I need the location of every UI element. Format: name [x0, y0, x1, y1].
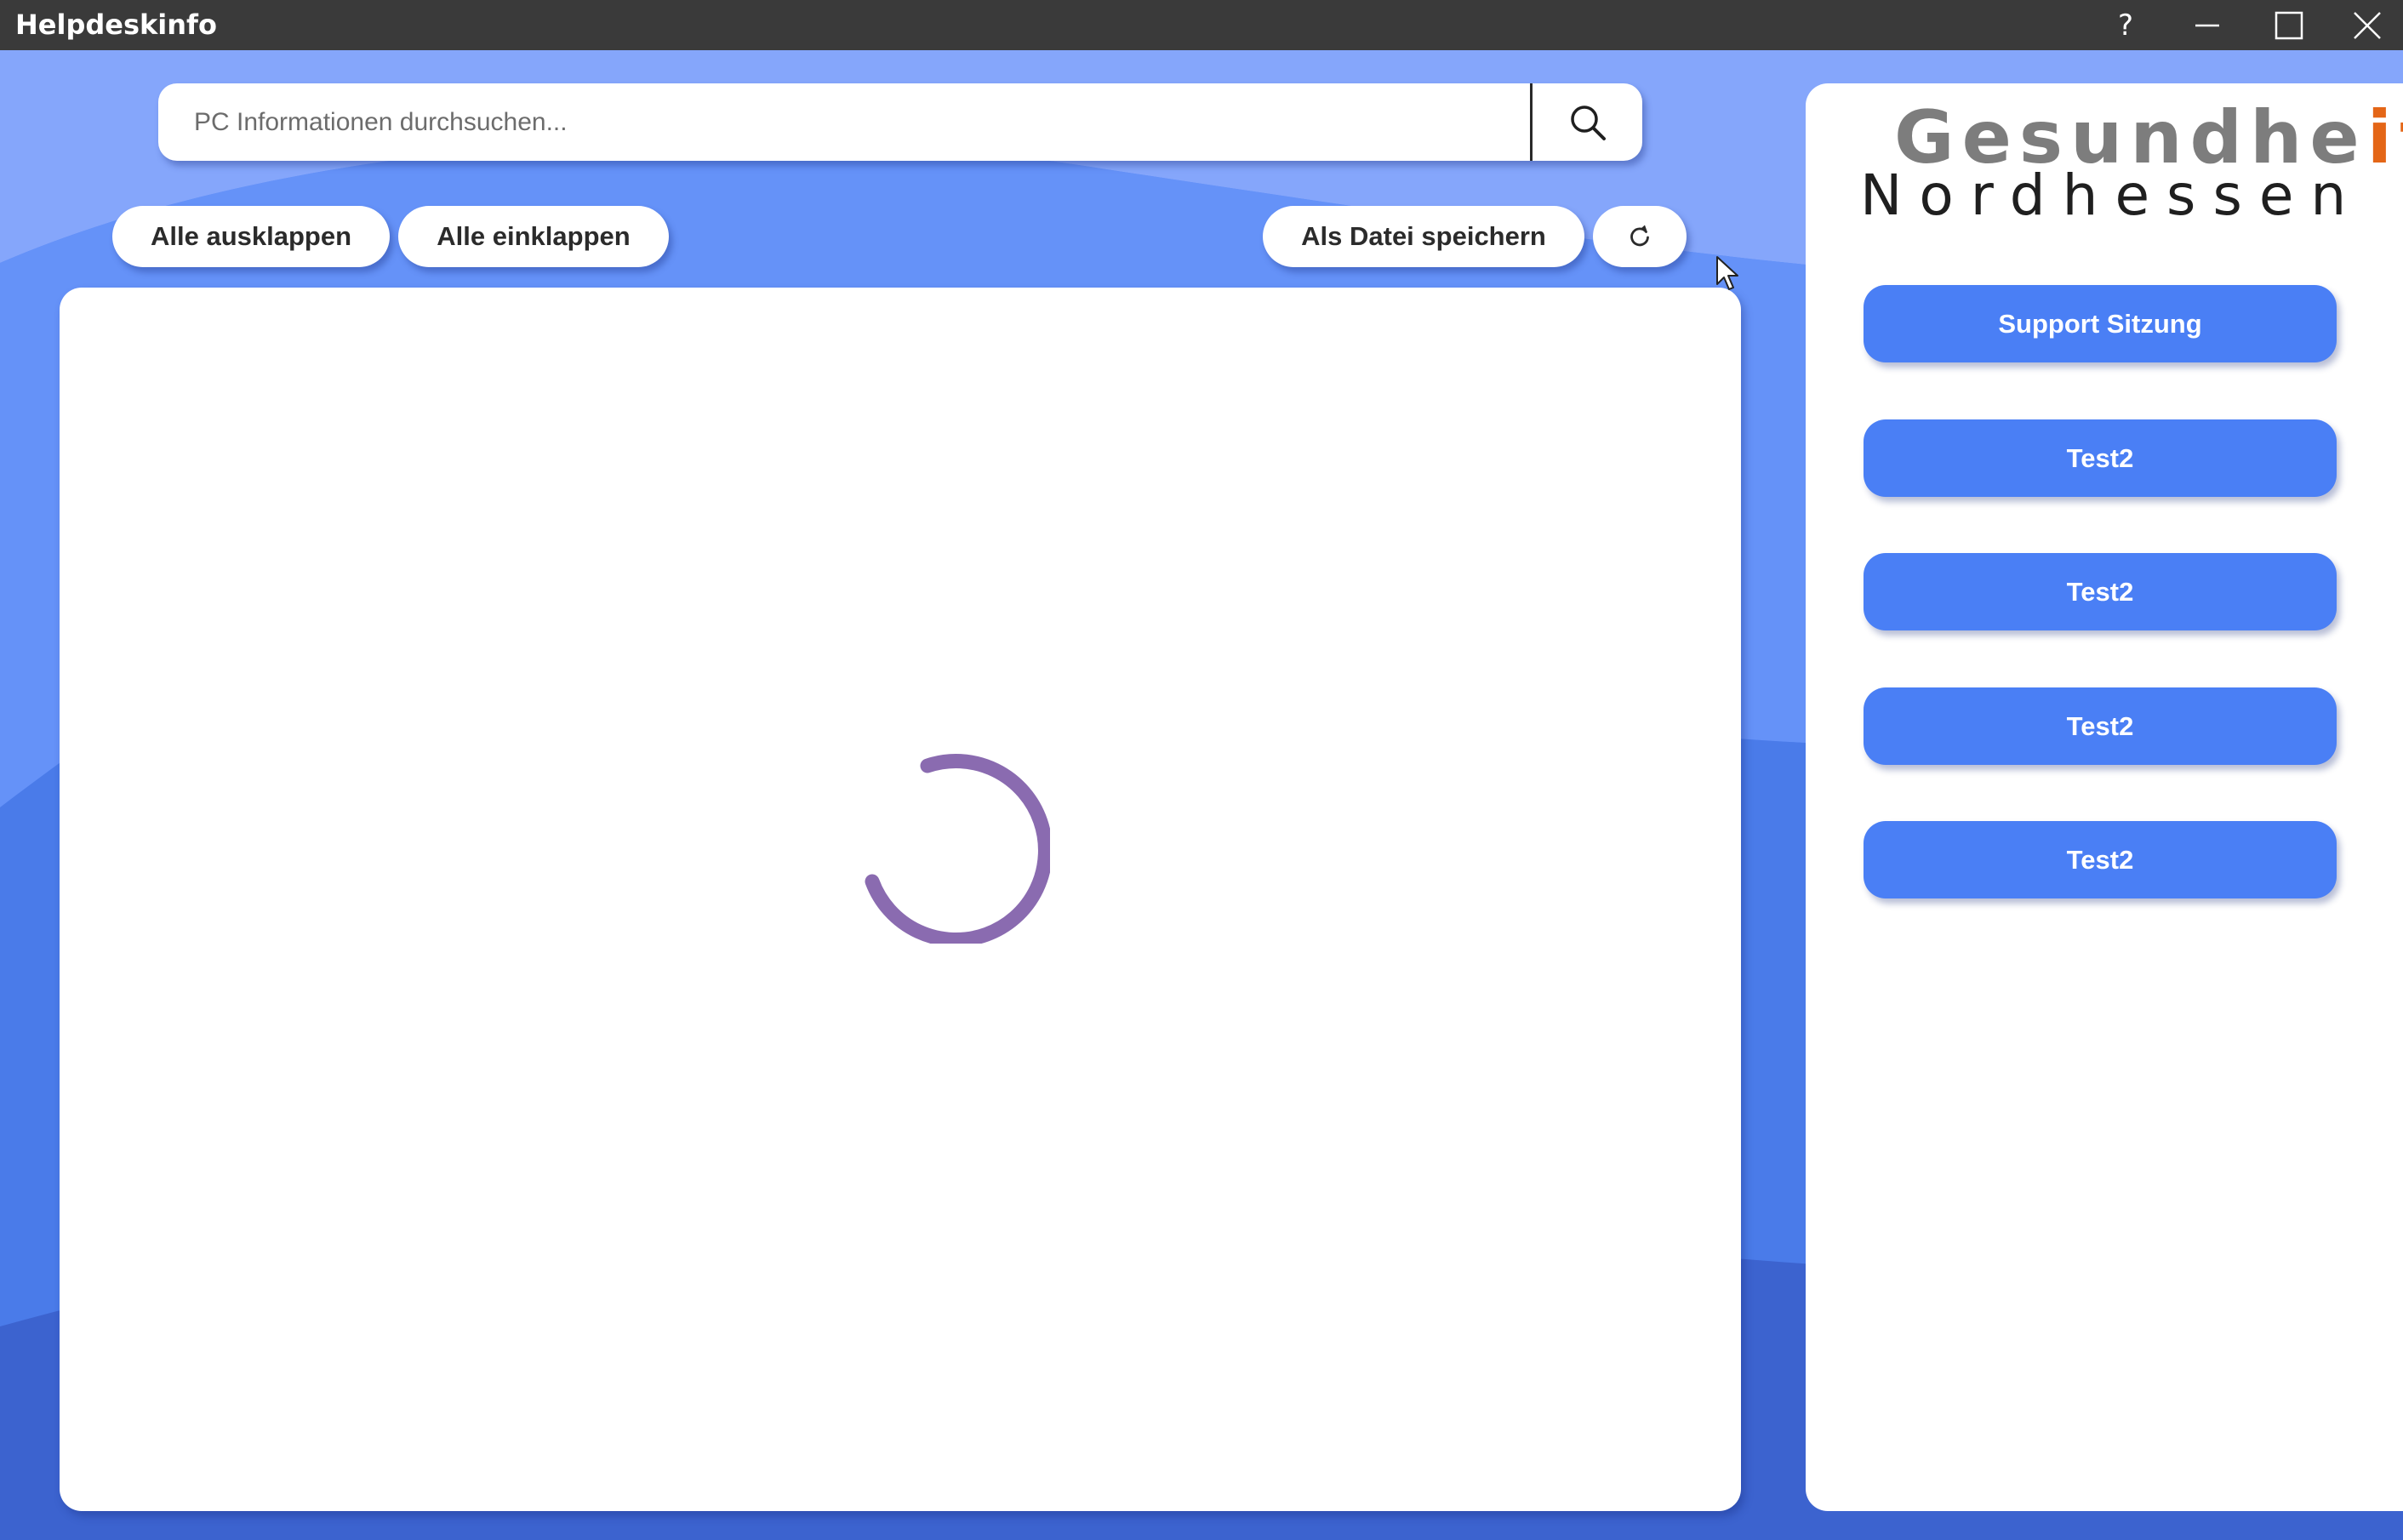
close-icon: [2354, 11, 2381, 39]
refresh-button[interactable]: [1593, 206, 1687, 267]
refresh-icon: [1630, 225, 1649, 247]
support-session-button[interactable]: Support Sitzung: [1864, 285, 2337, 362]
search-input[interactable]: [158, 83, 1530, 161]
main-content-panel: [60, 288, 1741, 1511]
logo-line1-accent: it: [2366, 95, 2403, 180]
window-title: Helpdeskinfo: [15, 9, 217, 41]
title-bar: Helpdeskinfo ?: [0, 0, 2403, 50]
maximize-button[interactable]: [2248, 0, 2330, 50]
test2-button-2[interactable]: Test2: [1864, 553, 2337, 630]
save-as-file-button[interactable]: Als Datei speichern: [1263, 206, 1584, 267]
minimize-icon: [2195, 24, 2219, 26]
search-button[interactable]: [1533, 83, 1642, 161]
collapse-all-button[interactable]: Alle einklappen: [398, 206, 669, 267]
loading-spinner-icon: [865, 754, 1050, 944]
test2-button-1[interactable]: Test2: [1864, 419, 2337, 497]
company-logo: Gesundheit Nordhessen: [1860, 94, 2403, 230]
minimize-button[interactable]: [2166, 0, 2248, 50]
expand-all-button[interactable]: Alle ausklappen: [112, 206, 390, 267]
test2-button-3[interactable]: Test2: [1864, 687, 2337, 765]
maximize-icon: [2275, 11, 2303, 39]
search-icon: [1570, 105, 1606, 140]
search-bar: [158, 83, 1642, 161]
help-button[interactable]: ?: [2085, 0, 2166, 50]
mouse-cursor-icon: [1716, 256, 1738, 290]
close-button[interactable]: [2326, 0, 2403, 50]
test2-button-4[interactable]: Test2: [1864, 821, 2337, 898]
logo-line2: Nordhessen: [1860, 163, 2364, 228]
